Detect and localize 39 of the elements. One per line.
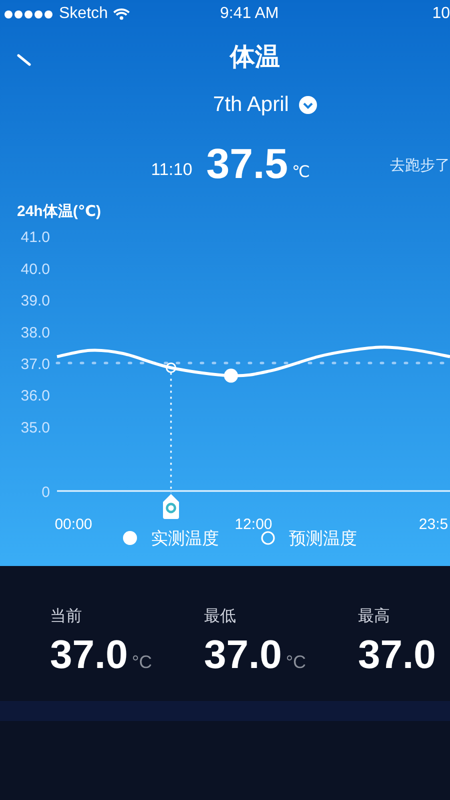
stat-value: 37.0 (204, 633, 282, 678)
battery-percent: 10 (432, 5, 450, 23)
hollow-dot-icon (261, 531, 275, 545)
pin-marker[interactable] (163, 494, 179, 519)
status-time: 9:41 AM (220, 5, 279, 23)
legend-label: 实测温度 (151, 528, 219, 550)
stat-value: 37.0 (50, 633, 128, 678)
carrier-name: Sketch (59, 5, 108, 23)
axis-label: 41.0 (20, 229, 50, 246)
page-title: 体温 (230, 42, 280, 72)
stat-label: 最高 (358, 606, 391, 627)
axis-label: 0 (42, 484, 50, 501)
legend-label: 预测温度 (289, 528, 357, 550)
reading-time: 11:10 (151, 160, 192, 180)
axis-label: 35.0 (20, 419, 50, 436)
stat-label: 最低 (204, 607, 237, 627)
axis-label: 39.0 (20, 292, 50, 310)
axis-label: 23:5 (418, 516, 448, 533)
activity-note: 去跑步了 (390, 156, 450, 175)
chart-title: 24h体温(℃) (16, 202, 102, 222)
chevron-down-icon[interactable] (298, 96, 317, 114)
data-point (224, 368, 238, 383)
axis-label: 38.0 (20, 324, 50, 342)
stat-unit: °C (286, 652, 306, 673)
axis-label: 40.0 (20, 260, 50, 278)
temperature-unit: ℃ (292, 163, 310, 182)
stat-label: 当前 (50, 607, 83, 627)
signal-icon (4, 10, 54, 18)
stat-value: 37.0 (358, 633, 436, 678)
date-label[interactable]: 7th April (213, 93, 289, 117)
filled-dot-icon (123, 531, 137, 545)
axis-label: 12:00 (234, 516, 272, 533)
axis-label: 37.0 (20, 356, 50, 373)
axis-label: 36.0 (20, 388, 50, 405)
stat-unit: °C (132, 652, 152, 673)
data-point (166, 362, 176, 373)
axis-label: 00:00 (54, 516, 92, 533)
temperature-value: 37.5 (206, 140, 288, 188)
wifi-icon (112, 8, 130, 20)
